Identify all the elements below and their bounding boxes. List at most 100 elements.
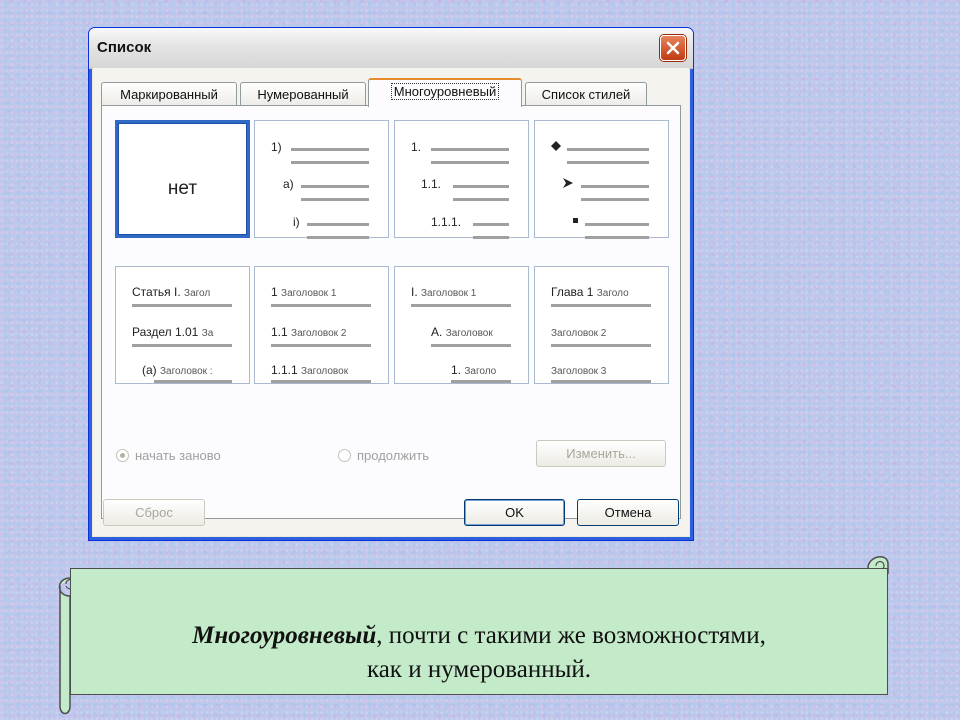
tab-numbered-label: Нумерованный xyxy=(257,87,349,102)
text-line xyxy=(307,223,369,226)
level-label: A. Заголовок xyxy=(431,325,493,339)
text-line xyxy=(291,148,369,151)
text-line xyxy=(271,344,371,347)
level-heading: Заголовок 3 xyxy=(551,366,607,377)
cancel-button[interactable]: Отмена xyxy=(577,499,679,526)
restart-numbering-radio[interactable]: начать заново xyxy=(116,448,221,463)
level-label: 1.1 Заголовок 2 xyxy=(271,325,346,339)
level-number: 1.1 xyxy=(271,325,288,339)
caption-line1: , почти с такими же возможностями, xyxy=(376,622,766,649)
title-bar: Список xyxy=(89,28,693,69)
tab-numbered[interactable]: Нумерованный xyxy=(240,82,366,106)
text-line xyxy=(551,344,651,347)
level-label: Раздел 1.01 За xyxy=(132,325,213,339)
text-line xyxy=(271,380,371,383)
list-style-symbols[interactable] xyxy=(534,120,669,239)
text-line xyxy=(271,304,371,307)
text-line xyxy=(581,185,649,188)
level-heading: Заголовок : xyxy=(160,366,213,377)
list-style-paren[interactable]: 1) a) i) xyxy=(254,120,389,239)
text-line xyxy=(551,304,651,307)
caption-text: Многоуровневый, почти с такими же возмож… xyxy=(71,619,887,687)
diamond-bullet-icon xyxy=(551,141,561,151)
level-heading: Заголовок xyxy=(445,328,493,339)
continue-numbering-radio[interactable]: продолжить xyxy=(338,448,429,463)
tab-bulleted[interactable]: Маркированный xyxy=(101,82,237,106)
text-line xyxy=(585,223,649,226)
list-dialog: Список Маркированный Нумерованный Многоу… xyxy=(88,27,694,541)
text-line xyxy=(585,236,649,239)
text-line xyxy=(431,344,511,347)
modify-button[interactable]: Изменить... xyxy=(536,440,666,467)
list-style-heading-roman[interactable]: I. Заголовок 1 A. Заголовок 1. Заголо xyxy=(394,266,529,384)
list-style-chapter[interactable]: Глава 1 Заголо Заголовок 2 Заголовок 3 xyxy=(534,266,669,384)
level-heading: Заголо xyxy=(464,366,497,377)
level-heading: За xyxy=(201,328,214,339)
level-label: Заголовок 2 xyxy=(551,325,606,339)
caption-line2: как и нумерованный. xyxy=(366,656,592,683)
level-label: (a) Заголовок : xyxy=(142,363,213,377)
level-label: a) xyxy=(283,177,294,191)
list-style-article-section[interactable]: Статья I. Загол Раздел 1.01 За (a) Загол… xyxy=(115,266,250,384)
ok-button[interactable]: OK xyxy=(464,499,565,526)
level-label: Заголовок 3 xyxy=(551,363,606,377)
level-heading: Заголовок 2 xyxy=(551,328,607,339)
tab-list-styles[interactable]: Список стилей xyxy=(525,82,647,106)
level-number: I. xyxy=(411,285,418,299)
text-line xyxy=(473,236,509,239)
dialog-body: Маркированный Нумерованный Многоуровневы… xyxy=(93,68,689,536)
list-style-decimal[interactable]: 1. 1.1. 1.1.1. xyxy=(394,120,529,239)
level-label: I. Заголовок 1 xyxy=(411,285,476,299)
text-line xyxy=(132,304,232,307)
level-number: Глава 1 xyxy=(551,285,594,299)
level-heading: Загол xyxy=(184,288,211,299)
text-line xyxy=(551,380,651,383)
level-heading: Заголовок 2 xyxy=(291,328,347,339)
text-line xyxy=(301,198,369,201)
level-number: 1. xyxy=(451,363,462,377)
none-label: нет xyxy=(167,178,198,199)
multilevel-panel: нет 1) a) i) 1. 1.1. 1.1.1. Статья I. За… xyxy=(101,105,681,519)
text-line xyxy=(431,161,509,164)
text-line xyxy=(453,198,509,201)
radio-selected-icon xyxy=(116,449,129,462)
text-line xyxy=(451,380,511,383)
text-line xyxy=(581,198,649,201)
text-line xyxy=(567,161,649,164)
restart-numbering-label: начать заново xyxy=(135,448,221,463)
level-number: Раздел 1.01 xyxy=(132,325,199,339)
tab-bulleted-label: Маркированный xyxy=(120,87,218,102)
level-label: Статья I. Загол xyxy=(132,285,210,299)
level-label: 1.1. xyxy=(421,177,442,191)
level-number: 1 xyxy=(271,285,278,299)
level-label: 1. Заголо xyxy=(451,363,496,377)
dialog-title: Список xyxy=(97,39,152,56)
caption-box: Многоуровневый, почти с такими же возмож… xyxy=(70,568,888,695)
text-line xyxy=(567,148,649,151)
text-line xyxy=(431,148,509,151)
list-style-none[interactable]: нет xyxy=(115,120,250,238)
square-bullet-icon xyxy=(573,218,578,223)
text-line xyxy=(132,344,232,347)
close-button[interactable] xyxy=(660,35,686,61)
list-style-heading-decimal[interactable]: 1 Заголовок 1 1.1 Заголовок 2 1.1.1 Заго… xyxy=(254,266,389,384)
level-label: Глава 1 Заголо xyxy=(551,285,629,299)
tab-multilevel[interactable]: Многоуровневый xyxy=(368,78,522,107)
level-heading: Заголовок xyxy=(301,366,349,377)
level-heading: Заголовок 1 xyxy=(421,288,477,299)
radio-empty-icon xyxy=(338,449,351,462)
level-heading: Заголовок 1 xyxy=(281,288,337,299)
text-line xyxy=(411,304,511,307)
level-number: Статья I. xyxy=(132,285,181,299)
level-heading: Заголо xyxy=(596,288,629,299)
level-number: 1.1.1 xyxy=(271,363,298,377)
level-label: i) xyxy=(293,215,300,229)
arrow-bullet-icon xyxy=(563,178,573,188)
caption-scroll: Многоуровневый, почти с такими же возмож… xyxy=(46,548,889,717)
continue-numbering-label: продолжить xyxy=(357,448,430,463)
level-label: 1) xyxy=(271,140,282,154)
close-icon xyxy=(666,41,680,55)
caption-emphasis: Многоуровневый xyxy=(192,622,377,649)
reset-button[interactable]: Сброс xyxy=(103,499,205,526)
text-line xyxy=(154,380,232,383)
